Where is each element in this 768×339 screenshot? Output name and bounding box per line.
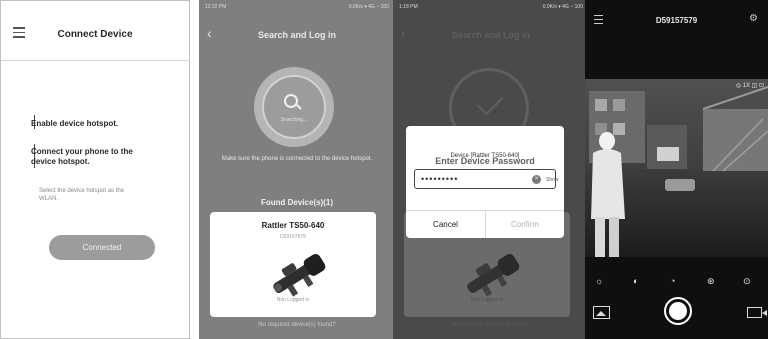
device-card[interactable]: Rattler TS50-640 D59157579 Non Logged in — [210, 212, 376, 317]
clear-icon[interactable]: × — [532, 175, 541, 184]
zoom-icon[interactable]: ◔ — [670, 276, 675, 286]
connect-device-screen: Connect Device Enable device hotspot. Co… — [0, 0, 190, 339]
search-login-screen: 12:22 PM 0.0K/s ▾ 4G ◔ 100 ‹ Search and … — [199, 0, 395, 339]
video-record-icon[interactable] — [747, 307, 767, 318]
thermal-scope-image — [273, 253, 326, 297]
password-field[interactable]: ••••••••• × Show — [414, 169, 559, 189]
overlay-status-icons: ◎ 1X ◫ ⊡ — [735, 83, 764, 89]
palette-icon[interactable]: ⊛ — [707, 276, 715, 287]
page-title: Search and Log in — [451, 30, 530, 40]
hint-line-1: Select the device hotspot as the — [39, 188, 125, 194]
thermal-scope-image — [467, 253, 520, 297]
status-icons: 0.0K/s ▾ 4G ◔ 100 — [348, 4, 389, 10]
step-1-text: Enable device hotspot. — [31, 119, 119, 128]
status-bar: 12:22 PM 0.0K/s ▾ 4G ◔ 100 — [199, 0, 395, 14]
device-serial: D59157579 — [280, 234, 306, 240]
brightness-icon[interactable]: ☼ — [595, 276, 603, 286]
top-bar: Connect Device — [1, 1, 189, 61]
contrast-icon[interactable]: ◐ — [633, 276, 638, 286]
live-view-screen: D59157579 ⚙ ◎ 1X ◫ ⊡ ☼ ◐ ◔ ⊛ ⊙ — [585, 0, 768, 339]
page-title: Search and Log in — [257, 30, 336, 40]
connected-button[interactable]: Connected — [49, 235, 155, 260]
hint-line-2: WLAN. — [39, 196, 59, 202]
target-icon[interactable]: ⊙ — [743, 276, 751, 287]
search-icon — [284, 94, 298, 108]
password-value: ••••••••• — [421, 174, 459, 184]
cancel-button[interactable]: Cancel — [406, 220, 485, 229]
no-device-link: No required device(s) found? — [452, 322, 530, 328]
status-time: 1:18 PM — [399, 4, 418, 10]
login-status: Non Logged in — [470, 297, 504, 303]
confirm-button[interactable]: Confirm — [486, 220, 564, 229]
status-icons: 0.0K/s ▾ 4G ◔ 100 — [542, 4, 583, 10]
password-screen: 1:18 PM 0.0K/s ▾ 4G ◔ 100 ‹ Search and L… — [393, 0, 589, 339]
device-name: Rattler TS50-640 — [261, 221, 325, 230]
show-password-toggle[interactable]: Show — [546, 177, 559, 183]
found-devices-heading: Found Device(s)(1) — [260, 198, 333, 207]
step-2-line-2: device hotspot. — [31, 157, 90, 166]
dialog-device-label: Device [Rattler TS50-640] — [450, 153, 520, 159]
password-dialog: Enter Device Password Device [Rattler TS… — [406, 126, 564, 238]
gear-icon[interactable]: ⚙ — [749, 13, 758, 24]
page-title: Connect Device — [57, 29, 133, 40]
login-status: Non Logged in — [276, 297, 310, 303]
status-bar: 1:18 PM 0.0K/s ▾ 4G ◔ 100 — [393, 0, 589, 14]
hotspot-tip: Make sure the phone is connected to the … — [221, 156, 373, 162]
no-device-link[interactable]: No required device(s) found? — [199, 322, 395, 328]
device-title: D59157579 — [655, 16, 698, 25]
searching-label: Searching... — [280, 117, 308, 123]
shutter-button[interactable] — [664, 297, 692, 325]
status-time: 12:22 PM — [205, 4, 227, 10]
gallery-icon[interactable] — [593, 306, 610, 319]
step-2-line-1: Connect your phone to the — [31, 147, 133, 156]
hotspot-hint: Select the device hotspot as the WLAN. — [39, 187, 159, 203]
thermal-video-feed[interactable] — [585, 79, 768, 257]
